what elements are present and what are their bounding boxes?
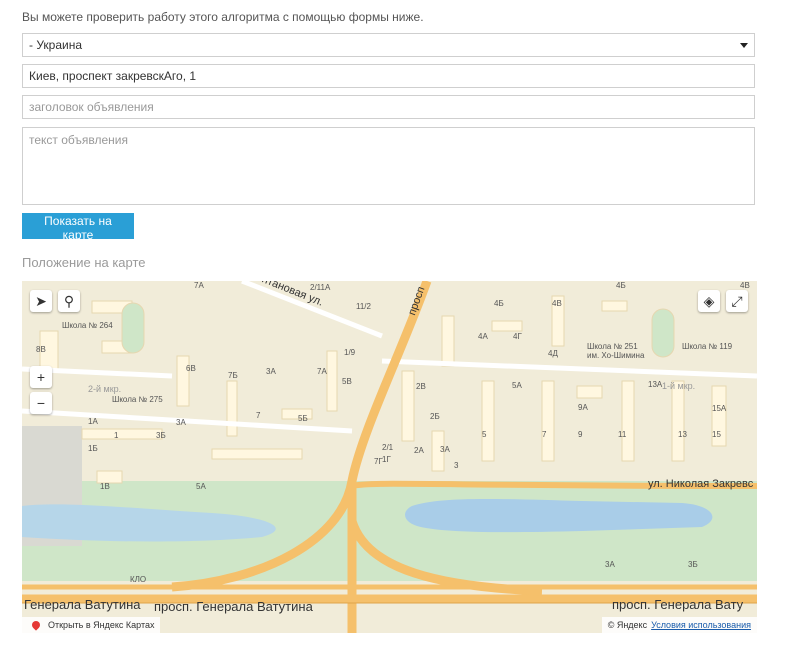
house-label: 11/2 [356, 302, 371, 311]
layers-icon[interactable]: ◈ [698, 290, 720, 312]
house-label: 4Б [494, 299, 504, 308]
show-on-map-button[interactable]: Показать на карте [22, 213, 134, 242]
country-select[interactable]: - Украина [22, 33, 755, 57]
house-label: 6В [186, 364, 196, 373]
map-view[interactable]: ➤ ⚲ ◈ ⤢ + − нтановая ул. просп ул. Никол… [22, 281, 757, 633]
house-label: 2Б [430, 412, 440, 421]
house-label: 7Б [228, 371, 238, 380]
house-label: 5Б [298, 414, 308, 423]
house-label: 7 [542, 430, 547, 439]
house-label: 1Б [88, 444, 98, 453]
house-label: 2В [416, 382, 426, 391]
house-label: 1 [114, 431, 119, 440]
house-label: 15А [712, 404, 727, 413]
house-label: 2/1 [382, 443, 394, 452]
intro-text: Вы можете проверить работу этого алгорит… [22, 10, 424, 24]
house-label: 8В [36, 345, 46, 354]
house-label: 4Б [616, 281, 626, 290]
ad-title-input[interactable] [22, 95, 755, 119]
house-label: 3А [440, 445, 450, 454]
house-label: 11 [618, 430, 627, 439]
house-label: 7 [256, 411, 261, 420]
chevron-down-icon [740, 42, 748, 48]
house-label: 13А [648, 380, 663, 389]
map-pin-icon [30, 619, 42, 631]
house-label: 5А [196, 482, 206, 491]
map-copyright: © Яндекс Условия использования [601, 617, 757, 633]
district-label: 2-й мкр. [88, 384, 122, 394]
map-attribution-bar: Открыть в Яндекс Картах © Яндекс Условия… [22, 617, 757, 633]
school-label: Школа № 264 [62, 321, 113, 330]
zoom-out-button[interactable]: − [30, 392, 52, 414]
country-select-value: - Украина [29, 38, 83, 52]
house-label: 3А [176, 418, 186, 427]
house-label: 5А [512, 381, 522, 390]
open-in-yandex-label: Открыть в Яндекс Картах [48, 620, 155, 630]
house-label: 3Б [688, 560, 698, 569]
house-label: 5 [482, 430, 487, 439]
search-icon[interactable]: ⚲ [58, 290, 80, 312]
street-label-bottom-right: просп. Генерала Вату [612, 597, 744, 612]
school-label: Школа № 251 им. Хо-Шимина [587, 342, 645, 360]
copyright-text: © Яндекс [607, 620, 648, 630]
house-label: 7А [317, 367, 327, 376]
house-label: 2/11А [310, 283, 331, 292]
address-input[interactable] [22, 64, 755, 88]
street-label-right: ул. Николая Закревс [648, 478, 754, 490]
house-label: 3 [454, 461, 459, 470]
house-label: 4А [478, 332, 488, 341]
house-label: 9А [578, 403, 588, 412]
locate-icon[interactable]: ➤ [30, 290, 52, 312]
school-label: Школа № 275 [112, 395, 163, 404]
open-in-yandex-link[interactable]: Открыть в Яндекс Картах [22, 617, 161, 633]
district-label: 1-й мкр. [662, 381, 696, 391]
school-label: Школа № 119 [682, 342, 733, 351]
lake [405, 498, 713, 533]
house-label: 9 [578, 430, 583, 439]
house-label: 1/9 [344, 348, 356, 357]
ad-text-input[interactable] [22, 127, 755, 205]
house-label: 4Г [513, 332, 522, 341]
house-label: 2А [414, 446, 424, 455]
house-label: 4Д [548, 349, 558, 358]
house-label: 3Б [156, 431, 166, 440]
zoom-in-button[interactable]: + [30, 366, 52, 388]
house-label: 5В [342, 377, 352, 386]
house-label: 1В [100, 482, 110, 491]
house-label: 3А [266, 367, 276, 376]
fullscreen-icon[interactable]: ⤢ [726, 290, 748, 312]
house-label: 7А [194, 281, 204, 290]
house-label: 1Г [382, 455, 391, 464]
house-label: 4В [552, 299, 562, 308]
klo-label: КЛО [130, 575, 147, 584]
house-label: 15 [712, 430, 721, 439]
house-label: 4В [740, 281, 750, 290]
house-label: 13 [678, 430, 687, 439]
street-label-bottom-center: просп. Генерала Ватутина [154, 599, 313, 614]
house-label: 1А [88, 417, 98, 426]
house-label: 7Г [374, 457, 383, 466]
street-label-bottom-left: Генерала Ватутина [24, 597, 141, 612]
terms-link[interactable]: Условия использования [651, 620, 751, 630]
map-heading: Положение на карте [22, 255, 146, 270]
house-label: 3А [605, 560, 615, 569]
